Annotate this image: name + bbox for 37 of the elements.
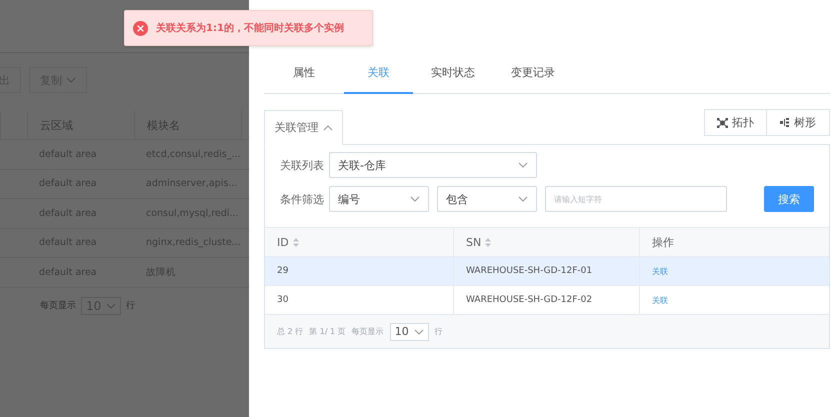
chevron-down-icon [414,328,424,334]
view-button[interactable]: 树形 [767,109,830,136]
chevron-down-icon [518,196,528,202]
column-header: SN [466,236,482,248]
view-button[interactable]: 拓扑 [704,109,767,136]
field-label: 关联列表 [280,158,321,172]
error-icon [133,20,148,36]
sort-icon[interactable] [292,238,299,246]
tab[interactable]: 实时状态 [413,52,493,94]
panel-tab[interactable]: 关联管理 [264,110,343,145]
tree-icon [780,118,790,127]
column-header: ID [277,236,289,248]
page-text: 第 1/ 1 页 [309,326,346,337]
operator-select[interactable]: 包含 [437,186,537,212]
rows-unit: 行 [434,326,443,337]
sort-icon[interactable] [485,238,492,246]
chevron-up-icon [322,124,332,130]
search-field[interactable]: 请输入短字符 [545,186,727,212]
relation-select[interactable]: 关联-仓库 [329,152,537,178]
total-text: 总 2 行 [277,326,304,337]
per-page-label: 每页显示 [40,300,76,312]
table-cell-text: 30 [276,294,290,307]
tab[interactable]: 变更记录 [493,52,573,94]
column-header: 操作 [652,234,674,250]
field-select[interactable]: 编号 [329,186,429,212]
per-page-select[interactable]: 10 [390,322,429,340]
toast-message: 关联关系为1:1的，不能同时关联多个实例 [156,21,344,35]
chevron-down-icon [518,162,528,168]
table-row[interactable]: 29 WAREHOUSE-SH-GD-12F-01 关联 [265,256,829,285]
table-row[interactable]: 30 WAREHOUSE-SH-GD-12F-02 关联 [265,285,829,314]
tab[interactable]: 属性 [264,52,344,94]
network-icon [717,118,728,128]
chevron-down-icon [106,302,116,308]
per-page-label: 每页显示 [352,326,384,337]
chevron-down-icon [410,196,420,202]
table-cell-text: 29 [276,265,290,278]
rows-unit: 行 [126,300,135,312]
